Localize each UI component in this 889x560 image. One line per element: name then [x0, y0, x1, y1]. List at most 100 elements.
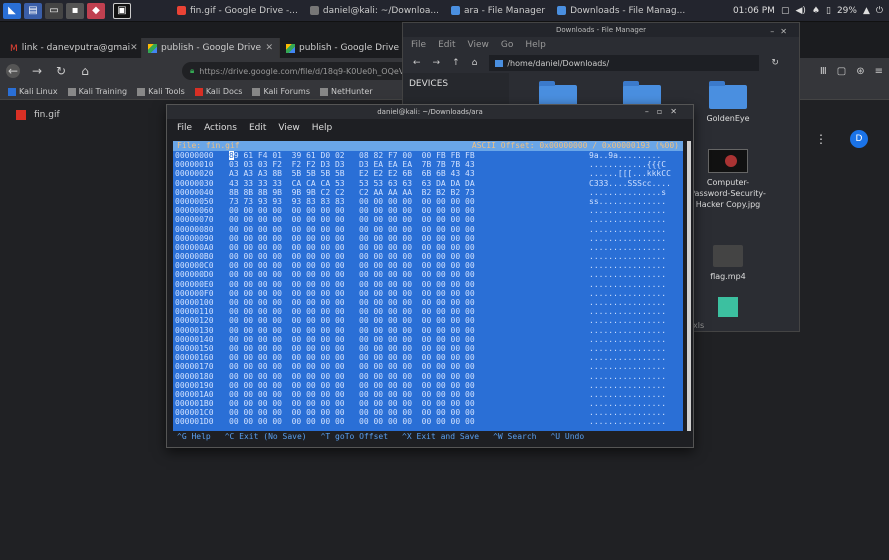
tab-label: link - danevputra@gmai: [21, 43, 131, 53]
forward-arrow-icon[interactable]: →: [433, 58, 441, 68]
hex-ascii: ................: [589, 261, 667, 271]
tab-drive-2[interactable]: publish - Google Drive: [280, 38, 418, 58]
hex-ascii: ................: [589, 233, 667, 243]
workspace-icon[interactable]: ▤: [24, 2, 42, 19]
hex-ascii: ................: [589, 316, 667, 326]
file-item-computer-password[interactable]: Computer-Password-Security-Hacker Copy.j…: [689, 149, 767, 210]
up-arrow-icon[interactable]: ↑: [452, 58, 460, 68]
refresh-icon[interactable]: ↻: [771, 58, 779, 68]
bookmark-label: Kali Training: [78, 87, 128, 96]
hex-rows: 00000000 89 61 F4 01 39 61 D0 02 08 82 F7…: [173, 151, 683, 427]
hex-row: 00000150 00 00 00 00 00 00 00 00 00 00 00…: [173, 344, 683, 353]
gmail-icon: M: [10, 43, 18, 54]
lock-icon: 🔒︎: [190, 66, 195, 75]
taskbar-task[interactable]: daniel@kali: ~/Downloa...: [304, 0, 445, 22]
hex-bytes: 00 00 00 00 00 00 00 00 00 00 00 00 00 0…: [229, 270, 475, 280]
file-item-archive[interactable]: [693, 297, 763, 317]
menu-edit[interactable]: Edit: [438, 40, 455, 50]
file-item-flag-mp4[interactable]: flag.mp4: [693, 245, 763, 282]
hex-bytes: 03 03 03 F2 F2 F2 D3 D3 D3 EA EA EA 7B 7…: [229, 160, 475, 170]
bookmark-kali-tools[interactable]: Kali Tools: [137, 87, 185, 96]
hex-row: 00000040 8B 8B 8B 9B 9B 9B C2 C2 C2 AA AA…: [173, 188, 683, 197]
settings-icon[interactable]: ⊛: [856, 66, 864, 77]
browser-launcher-icon[interactable]: ◆: [87, 2, 105, 19]
bookmark-kali-linux[interactable]: Kali Linux: [8, 87, 58, 96]
hex-ascii: ss..............: [589, 196, 667, 206]
forward-arrow-icon[interactable]: →: [30, 64, 44, 78]
window-controls[interactable]: –✕: [770, 25, 793, 39]
power-icon[interactable]: ⏻: [876, 6, 883, 16]
menu-view[interactable]: View: [468, 40, 489, 50]
menu-icon[interactable]: ≡: [875, 66, 883, 77]
hex-ascii: ................: [589, 242, 667, 252]
hex-bytes: 00 00 00 00 00 00 00 00 00 00 00 00 00 0…: [229, 261, 475, 271]
menu-actions[interactable]: Actions: [204, 123, 237, 133]
close-tab-icon[interactable]: ✕: [130, 43, 138, 53]
window-controls[interactable]: –▫✕: [645, 105, 685, 119]
back-arrow-icon[interactable]: ←: [413, 58, 421, 68]
clock[interactable]: 01:06 PM: [733, 6, 775, 16]
hex-row: 00000020 A3 A3 A3 8B 5B 5B 5B 5B E2 E2 E2…: [173, 169, 683, 178]
hex-editor-screen[interactable]: File: fin.gif ASCII Offset: 0x00000000 /…: [173, 141, 683, 431]
hex-row: 00000000 89 61 F4 01 39 61 D0 02 08 82 F7…: [173, 151, 683, 161]
extension-icon[interactable]: Ⅲ: [820, 66, 827, 77]
files-launcher-icon[interactable]: ▪: [66, 2, 84, 19]
back-arrow-icon[interactable]: ←: [6, 64, 20, 78]
reload-icon[interactable]: ↻: [54, 64, 68, 78]
home-icon[interactable]: ⌂: [472, 58, 478, 68]
hex-row: 00000180 00 00 00 00 00 00 00 00 00 00 00…: [173, 372, 683, 381]
avatar[interactable]: D: [850, 130, 868, 148]
drive-file-header: fin.gif: [16, 110, 60, 120]
close-tab-icon[interactable]: ✕: [265, 43, 273, 53]
hex-offset: 00000160: [175, 353, 214, 363]
bookmark-kali-training[interactable]: Kali Training: [67, 87, 128, 96]
hex-offset: 00000110: [175, 307, 214, 317]
terminal-launcher-icon[interactable]: ▭: [45, 2, 63, 19]
menu-file[interactable]: File: [177, 123, 192, 133]
terminal-scrollbar[interactable]: [687, 141, 691, 431]
kali-icon: [67, 87, 76, 96]
network-icon[interactable]: ▢: [781, 6, 790, 16]
hex-ascii: ......[[[...kkkCC: [589, 169, 671, 179]
address-bar[interactable]: 🔒︎ https://drive.google.com/file/d/18q9-…: [182, 62, 422, 80]
scrollbar-thumb[interactable]: [687, 141, 691, 431]
hex-ascii: ................: [589, 380, 667, 390]
hex-offset-info: ASCII Offset: 0x00000000 / 0x00000193 (%…: [471, 141, 679, 150]
bookmark-kali-docs[interactable]: Kali Docs: [194, 87, 242, 96]
tab-drive-1[interactable]: publish - Google Drive ✕: [142, 38, 280, 58]
taskbar-task[interactable]: ara - File Manager: [445, 0, 551, 22]
menu-help[interactable]: Help: [312, 123, 333, 133]
menu-file[interactable]: File: [411, 40, 426, 50]
menu-help[interactable]: Help: [525, 40, 546, 50]
hex-bytes: 00 00 00 00 00 00 00 00 00 00 00 00 00 0…: [229, 334, 475, 344]
battery-icon[interactable]: ▯: [826, 6, 831, 16]
show-desktop-icon[interactable]: ▣: [113, 2, 131, 19]
menu-go[interactable]: Go: [501, 40, 513, 50]
home-icon[interactable]: ⌂: [78, 64, 92, 78]
kali-menu-icon[interactable]: ◣: [3, 2, 21, 19]
item-label: Computer-Password-Security-Hacker Copy.j…: [690, 178, 766, 209]
hex-offset: 000000B0: [175, 252, 214, 262]
bookmark-kali-forums[interactable]: Kali Forums: [252, 87, 310, 96]
hex-row: 000000A0 00 00 00 00 00 00 00 00 00 00 00…: [173, 243, 683, 252]
kali-icon: [252, 87, 261, 96]
bookmark-nethunter[interactable]: NetHunter: [319, 87, 373, 96]
lock-icon[interactable]: ▲: [863, 6, 870, 16]
menu-edit[interactable]: Edit: [249, 123, 266, 133]
volume-icon[interactable]: ◀): [795, 6, 805, 16]
tab-gmail[interactable]: M link - danevputra@gmai ✕: [4, 38, 142, 58]
cast-icon[interactable]: ▢: [837, 66, 846, 77]
folder-item-goldeneye[interactable]: GoldenEye: [693, 81, 763, 124]
hex-bytes: 43 33 33 33 CA CA CA 53 53 53 63 63 63 D…: [229, 178, 475, 188]
path-field[interactable]: /home/daniel/Downloads/: [489, 55, 760, 71]
hex-row: 00000100 00 00 00 00 00 00 00 00 00 00 00…: [173, 298, 683, 307]
taskbar-task[interactable]: fin.gif - Google Drive -...: [171, 0, 304, 22]
hex-row: 00000190 00 00 00 00 00 00 00 00 00 00 00…: [173, 381, 683, 390]
more-options-icon[interactable]: ⋮: [815, 132, 827, 146]
menu-view[interactable]: View: [278, 123, 299, 133]
taskbar-task-label: ara - File Manager: [464, 5, 546, 16]
taskbar-task[interactable]: Downloads - File Manag...: [551, 0, 691, 22]
notification-bell-icon[interactable]: ♠: [812, 6, 820, 16]
hex-ascii: ............{{{C: [589, 160, 667, 170]
hex-row: 00000130 00 00 00 00 00 00 00 00 00 00 00…: [173, 326, 683, 335]
